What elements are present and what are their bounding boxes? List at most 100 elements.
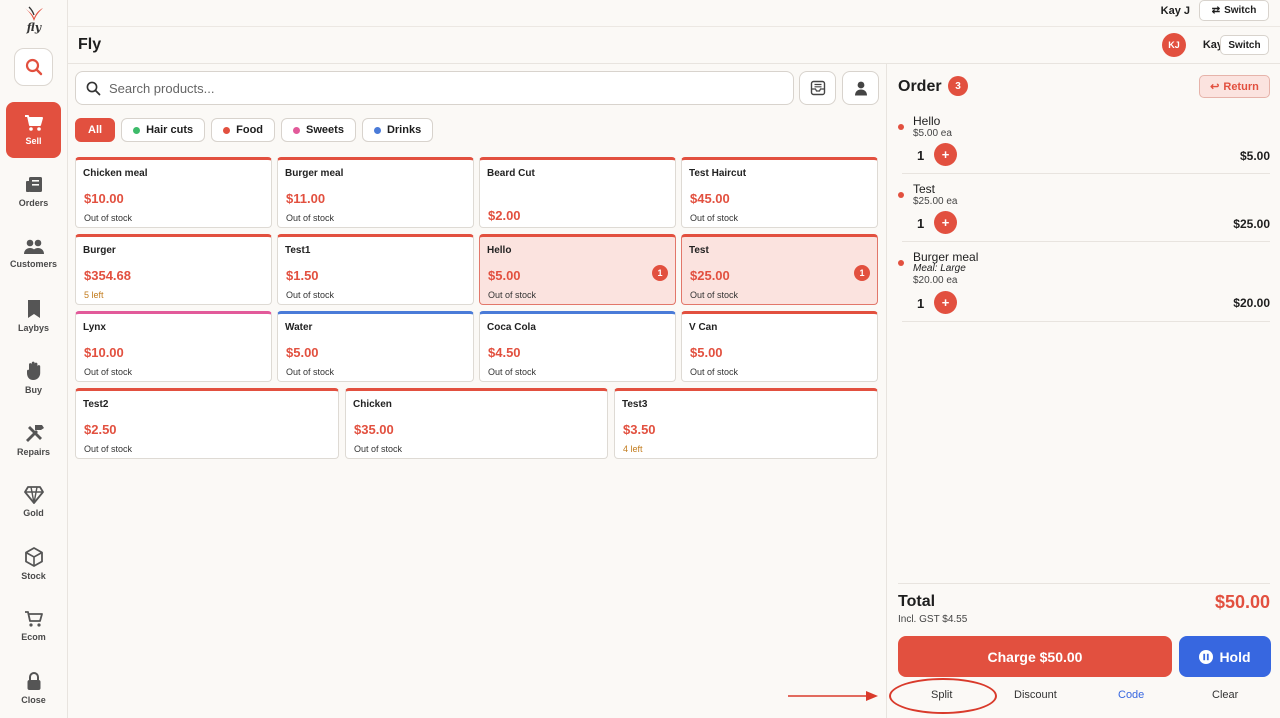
product-card[interactable]: Test1 $1.50 Out of stock xyxy=(277,234,474,305)
customers-icon xyxy=(23,239,44,254)
product-name: Test xyxy=(689,245,709,256)
product-card[interactable]: Water $5.00 Out of stock xyxy=(277,311,474,382)
product-card-selected[interactable]: Hello $5.00 Out of stock 1 xyxy=(479,234,676,305)
avatar[interactable]: KJ xyxy=(1162,33,1186,57)
product-stock: 4 left xyxy=(623,444,643,454)
product-stock: 5 left xyxy=(84,290,104,300)
search-icon xyxy=(86,81,101,95)
filter-drinks[interactable]: Drinks xyxy=(361,118,434,142)
product-name: Test3 xyxy=(622,399,648,410)
product-name: Coca Cola xyxy=(487,322,536,333)
return-button[interactable]: ↩ Return xyxy=(1199,75,1270,98)
product-name: Hello xyxy=(487,245,512,256)
hold-label: Hold xyxy=(1219,648,1251,665)
total-label: Total xyxy=(898,593,936,610)
global-search-button[interactable] xyxy=(14,48,53,86)
top-user-bar: Kay J ⇄ Switch xyxy=(68,0,1280,27)
increase-qty-button[interactable]: + xyxy=(934,143,957,166)
annotation-arrow-icon xyxy=(788,691,878,701)
line-qty[interactable]: 1 xyxy=(917,148,924,163)
switch-staff-button[interactable]: Switch xyxy=(1220,35,1269,55)
increase-qty-button[interactable]: + xyxy=(934,291,957,314)
product-price: $10.00 xyxy=(84,345,124,360)
order-title: Order xyxy=(898,78,942,95)
sidebar-item-label: Customers xyxy=(9,259,57,269)
hold-button[interactable]: Hold xyxy=(1179,636,1271,677)
product-stock: Out of stock xyxy=(84,444,133,454)
pause-icon xyxy=(1199,649,1214,664)
charge-button[interactable]: Charge $50.00 xyxy=(898,636,1172,677)
sidebar-item-gold[interactable]: Gold xyxy=(6,474,61,530)
sidebar-item-label: Close xyxy=(21,695,46,705)
increase-qty-button[interactable]: + xyxy=(934,211,957,234)
order-count-badge: 3 xyxy=(948,76,968,96)
product-card[interactable]: Beard Cut $2.00 xyxy=(479,157,676,228)
split-button[interactable]: Split xyxy=(931,689,952,701)
order-line[interactable]: Hello $5.00 ea 1 + $5.00 xyxy=(898,114,1270,174)
product-card[interactable]: Burger meal $11.00 Out of stock xyxy=(277,157,474,228)
customer-button[interactable] xyxy=(842,71,879,105)
sidebar-item-buy[interactable]: Buy xyxy=(6,350,61,406)
product-card[interactable]: Burger $354.68 5 left xyxy=(75,234,272,305)
line-unit-price: $5.00 ea xyxy=(913,128,952,139)
filter-sweets[interactable]: Sweets xyxy=(281,118,356,142)
line-total: $20.00 xyxy=(1233,296,1270,310)
logo-text: fly xyxy=(26,21,42,34)
cart-qty-badge: 1 xyxy=(652,265,668,281)
product-card[interactable]: V Can $5.00 Out of stock xyxy=(681,311,878,382)
product-name: Chicken xyxy=(353,399,392,410)
product-price: $1.50 xyxy=(286,268,319,283)
filter-hair-cuts[interactable]: Hair cuts xyxy=(121,118,206,142)
product-price: $4.50 xyxy=(488,345,521,360)
order-line[interactable]: Test $25.00 ea 1 + $25.00 xyxy=(898,182,1270,242)
product-price: $5.00 xyxy=(286,345,319,360)
product-card[interactable]: Chicken $35.00 Out of stock xyxy=(345,388,608,459)
sidebar-item-close[interactable]: Close xyxy=(6,660,61,716)
sidebar-item-ecom[interactable]: Ecom xyxy=(6,598,61,654)
sidebar-item-repairs[interactable]: Repairs xyxy=(6,412,61,468)
divider xyxy=(898,583,1270,584)
sidebar-item-label: Laybys xyxy=(17,323,50,333)
tools-icon xyxy=(25,425,44,442)
code-button[interactable]: Code xyxy=(1118,689,1144,701)
ecom-cart-icon xyxy=(24,611,43,627)
category-dot xyxy=(373,126,381,134)
sidebar-item-stock[interactable]: Stock xyxy=(6,536,61,592)
line-qty[interactable]: 1 xyxy=(917,296,924,311)
filter-food[interactable]: Food xyxy=(211,118,276,142)
discount-button[interactable]: Discount xyxy=(1014,689,1057,701)
sidebar-item-orders[interactable]: Orders xyxy=(6,164,61,220)
order-actions: Split Discount Code Clear xyxy=(887,678,1280,714)
order-line[interactable]: Burger meal Meal: Large $20.00 ea 1 + $2… xyxy=(898,250,1270,322)
product-card-selected[interactable]: Test $25.00 Out of stock 1 xyxy=(681,234,878,305)
line-name: Burger meal xyxy=(913,250,979,264)
bookmark-icon xyxy=(27,300,40,318)
product-card[interactable]: Test Haircut $45.00 Out of stock xyxy=(681,157,878,228)
line-qty[interactable]: 1 xyxy=(917,216,924,231)
sidebar-item-laybys[interactable]: Laybys xyxy=(6,288,61,344)
line-modifier: Meal: Large xyxy=(913,263,966,274)
product-card[interactable]: Lynx $10.00 Out of stock xyxy=(75,311,272,382)
product-card[interactable]: Chicken meal $10.00 Out of stock xyxy=(75,157,272,228)
scan-button[interactable] xyxy=(799,71,836,105)
clear-button[interactable]: Clear xyxy=(1212,689,1238,701)
search-input[interactable] xyxy=(109,80,709,96)
product-card[interactable]: Coca Cola $4.50 Out of stock xyxy=(479,311,676,382)
product-card[interactable]: Test3 $3.50 4 left xyxy=(614,388,878,459)
product-price: $3.50 xyxy=(623,422,656,437)
product-card[interactable]: Test2 $2.50 Out of stock xyxy=(75,388,339,459)
store-name: Fly xyxy=(78,36,102,53)
sidebar-item-sell[interactable]: Sell xyxy=(6,102,61,158)
sidebar-item-label: Ecom xyxy=(21,632,46,642)
product-stock: Out of stock xyxy=(690,290,739,300)
diamond-icon xyxy=(23,486,44,504)
product-price: $2.00 xyxy=(488,208,521,223)
product-stock: Out of stock xyxy=(488,290,537,300)
product-name: Beard Cut xyxy=(487,168,535,179)
product-search[interactable] xyxy=(75,71,794,105)
line-dot xyxy=(898,192,904,198)
switch-user-button[interactable]: ⇄ Switch xyxy=(1199,0,1269,21)
product-name: Test2 xyxy=(83,399,109,410)
filter-all[interactable]: All xyxy=(75,118,116,142)
sidebar-item-customers[interactable]: Customers xyxy=(6,226,61,282)
